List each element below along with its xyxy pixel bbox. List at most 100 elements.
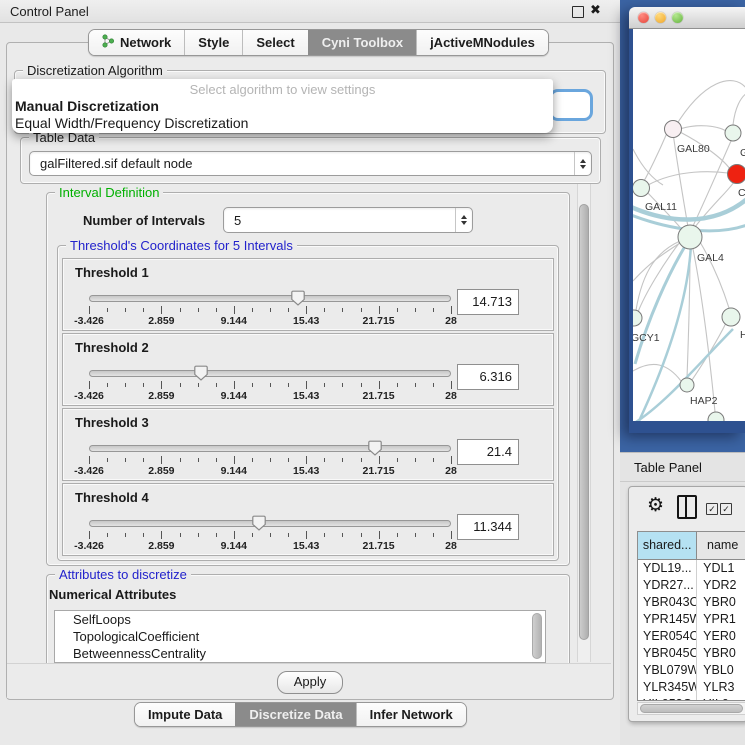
combo-stepper-icon xyxy=(455,208,472,232)
threshold-label: Threshold 1 xyxy=(75,265,149,280)
tick-label: 9.144 xyxy=(221,390,247,402)
slider-handle[interactable] xyxy=(194,365,208,386)
numerical-attributes-list[interactable]: SelfLoopsTopologicalCoefficientBetweenne… xyxy=(54,610,546,663)
attribute-item-selfloops[interactable]: SelfLoops xyxy=(55,611,545,628)
table-row[interactable]: YPR145WYPR1 xyxy=(638,611,745,628)
apply-bar: Apply xyxy=(7,663,611,698)
network-view-window: GAL80GACGAL11GAL4GCY1HHAP2 xyxy=(629,7,745,433)
network-node-h[interactable] xyxy=(722,308,740,326)
table-row[interactable]: YDL19...YDL1 xyxy=(638,560,745,577)
interval-definition-label: Interval Definition xyxy=(55,185,163,200)
algorithm-combobox-focused[interactable] xyxy=(552,92,590,118)
checkbox-icon[interactable]: ✓ xyxy=(720,503,732,515)
table-header-row: shared... name xyxy=(638,532,745,560)
network-edge xyxy=(675,81,745,127)
attribute-item-betweennesscentrality[interactable]: BetweennessCentrality xyxy=(55,645,545,662)
window-title: Control Panel xyxy=(10,4,89,19)
threshold-slider-2[interactable]: -3.4262.8599.14415.4321.71528 xyxy=(89,368,451,402)
network-node-gcy1[interactable] xyxy=(633,310,642,326)
threshold-value-field-1[interactable]: 14.713 xyxy=(457,289,519,315)
algorithm-option-equal-width-frequency-discretization[interactable]: Equal Width/Frequency Discretization xyxy=(12,115,553,132)
slider-handle[interactable] xyxy=(291,290,305,311)
network-node[interactable] xyxy=(708,412,724,421)
apply-button[interactable]: Apply xyxy=(277,671,343,694)
number-of-intervals-combobox[interactable]: 5 xyxy=(223,207,473,233)
tab-impute-data[interactable]: Impute Data xyxy=(135,703,235,726)
threshold-value-field-3[interactable]: 21.4 xyxy=(457,439,519,465)
threshold-label: Threshold 3 xyxy=(75,415,149,430)
tab-infer-network[interactable]: Infer Network xyxy=(356,703,466,726)
split-view-icon[interactable] xyxy=(677,495,697,519)
table-hscrollbar[interactable] xyxy=(637,702,745,715)
scrollbar-thumb[interactable] xyxy=(579,204,589,640)
threshold-slider-3[interactable]: -3.4262.8599.14415.4321.71528 xyxy=(89,443,451,477)
network-edge xyxy=(644,133,667,181)
threshold-value-field-2[interactable]: 6.316 xyxy=(457,364,519,390)
tab-style[interactable]: Style xyxy=(184,30,242,55)
tab-infer-network-label: Infer Network xyxy=(370,707,453,722)
tab-cyni-toolbox[interactable]: Cyni Toolbox xyxy=(308,30,416,55)
node-label: GAL4 xyxy=(697,252,724,264)
node-label: GAL80 xyxy=(677,143,710,155)
network-node-hap2[interactable] xyxy=(680,378,694,392)
table-row[interactable]: YBL079WYBL0 xyxy=(638,662,745,679)
tick-label: 15.43 xyxy=(293,390,319,402)
network-frame: GAL80GACGAL11GAL4GCY1HHAP2 xyxy=(629,29,745,433)
tick-label: -3.426 xyxy=(74,540,104,552)
list-scrollbar[interactable] xyxy=(532,613,542,659)
zoom-traffic-light-icon[interactable] xyxy=(672,12,683,23)
tab-cyni-toolbox-label: Cyni Toolbox xyxy=(322,35,403,50)
tab-select[interactable]: Select xyxy=(242,30,307,55)
hscrollbar-thumb[interactable] xyxy=(640,704,743,713)
close-icon[interactable]: ✖ xyxy=(590,2,601,18)
node-label: GAL11 xyxy=(645,201,677,213)
attributes-group-label: Attributes to discretize xyxy=(55,567,191,582)
checkbox-icon[interactable]: ✓ xyxy=(706,503,718,515)
tab-discretize-data[interactable]: Discretize Data xyxy=(235,703,355,726)
table-data-combobox[interactable]: galFiltered.sif default node xyxy=(29,151,592,176)
panel-scrollbar[interactable] xyxy=(577,184,591,662)
divider xyxy=(620,481,745,482)
column-header-shared[interactable]: shared... xyxy=(638,532,697,559)
number-of-intervals-value: 5 xyxy=(224,213,455,228)
tick-label: 28 xyxy=(445,540,457,552)
threshold-slider-4[interactable]: -3.4262.8599.14415.4321.71528 xyxy=(89,518,451,552)
table-row[interactable]: YBR043CYBR0 xyxy=(638,594,745,611)
table-row[interactable]: YIL052CYIL0 xyxy=(638,696,745,701)
network-node-gal80[interactable] xyxy=(665,121,682,138)
threshold-value-field-4[interactable]: 11.344 xyxy=(457,514,519,540)
network-edge xyxy=(680,126,726,131)
tab-discretize-data-label: Discretize Data xyxy=(249,707,342,722)
tick-label: 28 xyxy=(445,390,457,402)
network-node-ga[interactable] xyxy=(725,125,741,141)
node-table[interactable]: shared... name YDL19...YDL1YDR27...YDR2Y… xyxy=(637,531,745,701)
minimize-traffic-light-icon[interactable] xyxy=(655,12,666,23)
table-row[interactable]: YDR27...YDR2 xyxy=(638,577,745,594)
network-node-gal4[interactable] xyxy=(678,225,702,249)
slider-handle[interactable] xyxy=(252,515,266,536)
attribute-item-topologicalcoefficient[interactable]: TopologicalCoefficient xyxy=(55,628,545,645)
float-window-icon[interactable] xyxy=(572,6,584,18)
table-row[interactable]: YLR345WYLR3 xyxy=(638,679,745,696)
network-edge xyxy=(693,249,715,412)
tick-label: 21.715 xyxy=(363,390,395,402)
numerical-attributes-label: Numerical Attributes xyxy=(49,587,176,602)
control-panel-titlebar: Control Panel ✖ xyxy=(0,0,620,23)
close-traffic-light-icon[interactable] xyxy=(638,12,649,23)
network-node-c[interactable] xyxy=(728,165,745,184)
network-window-titlebar xyxy=(629,7,745,29)
gear-icon[interactable]: ⚙ xyxy=(647,496,664,515)
network-canvas[interactable]: GAL80GACGAL11GAL4GCY1HHAP2 xyxy=(633,29,745,421)
tab-jactivemnodules[interactable]: jActiveMNodules xyxy=(416,30,548,55)
table-row[interactable]: YER054CYER0 xyxy=(638,628,745,645)
slider-handle[interactable] xyxy=(368,440,382,461)
cell-name: YDL1 xyxy=(697,560,745,577)
table-panel-title: Table Panel xyxy=(634,460,702,475)
table-row[interactable]: YBR045CYBR0 xyxy=(638,645,745,662)
algorithm-option-manual-discretization[interactable]: Manual Discretization xyxy=(12,98,553,115)
threshold-label: Threshold 2 xyxy=(75,340,149,355)
column-header-name[interactable]: name xyxy=(697,532,745,559)
threshold-slider-1[interactable]: -3.4262.8599.14415.4321.71528 xyxy=(89,293,451,327)
tab-network[interactable]: Network xyxy=(89,30,184,55)
network-node-gal11[interactable] xyxy=(633,180,650,197)
